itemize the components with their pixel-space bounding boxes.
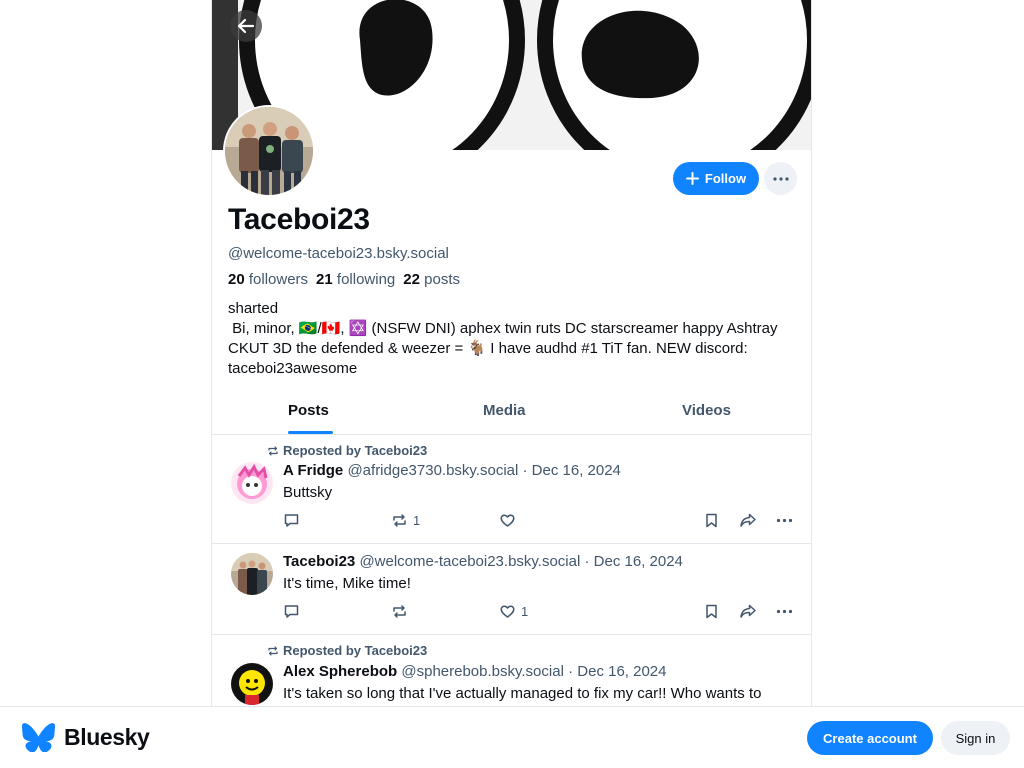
ellipsis-icon — [776, 609, 793, 614]
repost-button[interactable]: 1 — [391, 512, 420, 529]
repost-icon — [268, 445, 278, 456]
sign-in-button[interactable]: Sign in — [941, 721, 1010, 755]
share-icon — [740, 604, 756, 618]
profile-more-button[interactable] — [764, 162, 797, 195]
posts-stat: 22 posts — [403, 271, 460, 288]
share-icon — [740, 513, 756, 527]
followers-count: 20 — [228, 271, 245, 288]
repost-icon — [268, 645, 278, 656]
post-separator: · — [584, 553, 590, 570]
post-header: Alex Spherebob @spherebob.bsky.social · … — [283, 663, 667, 680]
like-button[interactable] — [499, 512, 521, 529]
bookmark-icon — [706, 604, 717, 619]
post-actions: 1 — [283, 512, 803, 532]
post-header: Taceboi23 @welcome-taceboi23.bsky.social… — [283, 553, 683, 570]
tab-media[interactable]: Media — [483, 402, 526, 419]
post-date[interactable]: Dec 16, 2024 — [594, 553, 683, 570]
post-separator: · — [522, 462, 528, 479]
feed-post[interactable]: Taceboi23 @welcome-taceboi23.bsky.social… — [212, 544, 811, 635]
reply-button[interactable] — [283, 512, 300, 529]
repost-indicator: Reposted by Taceboi23 — [267, 443, 427, 458]
post-more-button[interactable] — [776, 512, 793, 529]
repost-icon — [393, 605, 406, 618]
post-text: It's taken so long that I've actually ma… — [283, 685, 762, 702]
post-author-name[interactable]: Alex Spherebob — [283, 663, 397, 680]
butterfly-icon — [22, 723, 55, 752]
repost-count: 1 — [413, 513, 421, 528]
posts-label: posts — [424, 271, 460, 288]
back-button[interactable] — [230, 10, 262, 42]
post-separator: · — [568, 663, 574, 680]
bookmark-button[interactable] — [703, 512, 720, 529]
post-text: Buttsky — [283, 484, 333, 501]
heart-icon — [500, 605, 515, 618]
repost-icon — [393, 514, 406, 527]
like-button[interactable]: 1 — [499, 603, 528, 620]
tab-posts[interactable]: Posts — [288, 402, 329, 419]
post-author-handle[interactable]: @afridge3730.bsky.social — [347, 462, 518, 479]
post-text: It's time, Mike time! — [283, 575, 411, 592]
brand-name: Bluesky — [64, 724, 150, 750]
bookmark-button[interactable] — [703, 603, 720, 620]
post-author-handle[interactable]: @spherebob.bsky.social — [401, 663, 564, 680]
post-actions: 1 — [283, 603, 803, 623]
heart-icon — [500, 514, 515, 527]
reply-button[interactable] — [283, 603, 300, 620]
avatar-image — [231, 663, 273, 705]
post-more-button[interactable] — [776, 603, 793, 620]
repost-label: Reposted by Taceboi23 — [283, 443, 428, 458]
arrow-left-icon — [237, 18, 255, 34]
avatar[interactable] — [231, 553, 273, 595]
share-button[interactable] — [739, 512, 757, 529]
create-account-button[interactable]: Create account — [807, 721, 933, 755]
profile-column: Follow Taceboi23 @welcome-taceboi23.bsky… — [211, 0, 812, 768]
post-author-name[interactable]: A Fridge — [283, 462, 343, 479]
bookmark-icon — [706, 513, 717, 528]
bottom-bar: Bluesky Create account Sign in — [0, 706, 1024, 768]
avatar[interactable] — [231, 462, 273, 504]
profile-handle: @welcome-taceboi23.bsky.social — [228, 245, 449, 262]
avatar-image — [231, 553, 273, 595]
plus-icon — [685, 172, 699, 185]
active-tab-indicator — [288, 431, 333, 434]
follow-button-label: Follow — [704, 171, 747, 186]
feed-post[interactable]: Reposted by Taceboi23 A Fridge @afridge3… — [212, 435, 811, 544]
following-count: 21 — [316, 271, 333, 288]
followers-stat[interactable]: 20 followers — [228, 271, 308, 288]
bluesky-logo[interactable]: Bluesky — [22, 723, 150, 752]
profile-bio: sharted Bi, minor, 🇧🇷/🇨🇦, ✡️ (NSFW DNI) … — [228, 300, 778, 377]
avatar-photo — [225, 107, 313, 195]
post-author-handle[interactable]: @welcome-taceboi23.bsky.social — [359, 553, 580, 570]
following-stat[interactable]: 21 following — [316, 271, 395, 288]
profile-tabs: Posts Media Videos — [212, 388, 811, 435]
repost-indicator: Reposted by Taceboi23 — [267, 643, 427, 658]
profile-stats: 20 followers 21 following 22 posts — [228, 271, 460, 288]
profile-display-name: Taceboi23 — [228, 203, 370, 236]
share-button[interactable] — [739, 603, 757, 620]
tab-videos[interactable]: Videos — [682, 402, 731, 419]
post-author-name[interactable]: Taceboi23 — [283, 553, 355, 570]
ellipsis-icon — [776, 518, 793, 523]
reply-icon — [284, 514, 299, 527]
repost-label: Reposted by Taceboi23 — [283, 643, 428, 658]
followers-label: followers — [248, 271, 309, 288]
avatar[interactable] — [231, 663, 273, 705]
post-date[interactable]: Dec 16, 2024 — [532, 462, 621, 479]
reply-icon — [284, 605, 299, 618]
like-count: 1 — [521, 604, 529, 619]
avatar-image — [231, 462, 273, 504]
post-header: A Fridge @afridge3730.bsky.social · Dec … — [283, 462, 621, 479]
post-date[interactable]: Dec 16, 2024 — [577, 663, 666, 680]
follow-button[interactable]: Follow — [673, 162, 759, 195]
profile-avatar[interactable] — [223, 105, 315, 197]
following-label: following — [336, 271, 396, 288]
posts-count: 22 — [403, 271, 420, 288]
ellipsis-icon — [772, 176, 789, 181]
repost-button[interactable] — [391, 603, 413, 620]
